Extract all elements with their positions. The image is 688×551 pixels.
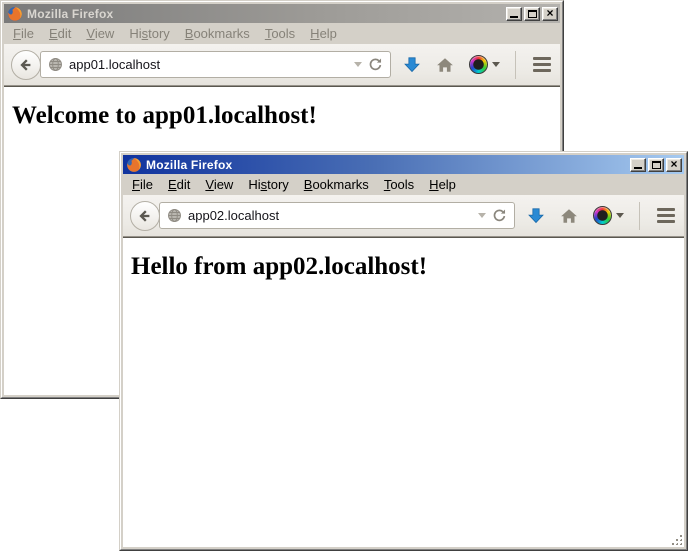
menu-tools[interactable]: Tools <box>259 24 301 43</box>
menu-bookmarks[interactable]: Bookmarks <box>298 175 375 194</box>
menu-view[interactable]: View <box>80 24 120 43</box>
close-button[interactable]: × <box>542 7 558 21</box>
page-heading: Welcome to app01.localhost! <box>12 102 552 130</box>
toolbar-buttons <box>403 51 553 79</box>
page-content: Hello from app02.localhost! <box>123 237 684 547</box>
globe-icon[interactable] <box>167 208 182 223</box>
back-arrow-icon <box>18 57 34 73</box>
url-bar[interactable]: app01.localhost <box>40 51 391 78</box>
menu-file[interactable]: File <box>126 175 159 194</box>
url-bar[interactable]: app02.localhost <box>159 202 515 229</box>
menu-bookmarks[interactable]: Bookmarks <box>179 24 256 43</box>
home-button[interactable] <box>560 207 578 225</box>
maximize-icon <box>652 161 661 169</box>
titlebar[interactable]: Mozilla Firefox × <box>4 4 560 23</box>
url-input[interactable]: app02.localhost <box>188 208 472 223</box>
navigation-toolbar: app02.localhost <box>123 195 684 237</box>
url-dropdown-icon[interactable] <box>354 62 362 67</box>
toolbar-separator <box>515 51 516 79</box>
maximize-icon <box>528 10 537 18</box>
downloads-button[interactable] <box>403 56 421 74</box>
hamburger-icon <box>533 57 551 60</box>
menu-file[interactable]: File <box>7 24 40 43</box>
close-button[interactable]: × <box>666 158 682 172</box>
menu-view[interactable]: View <box>199 175 239 194</box>
toolbar-buttons <box>527 202 677 230</box>
menu-tools[interactable]: Tools <box>378 175 420 194</box>
window-frame: Mozilla Firefox × File Edit View History… <box>120 152 687 550</box>
firefox-logo-icon <box>126 157 142 173</box>
titlebar[interactable]: Mozilla Firefox × <box>123 155 684 174</box>
download-arrow-icon <box>527 207 545 225</box>
minimize-icon <box>634 167 642 169</box>
reload-icon[interactable] <box>368 57 383 72</box>
menu-bar: File Edit View History Bookmarks Tools H… <box>4 23 560 44</box>
firefox-logo-icon <box>7 6 23 22</box>
back-button[interactable] <box>130 201 160 231</box>
download-arrow-icon <box>403 56 421 74</box>
color-wheel-icon <box>469 55 488 74</box>
menu-edit[interactable]: Edit <box>162 175 196 194</box>
toolbar-separator <box>639 202 640 230</box>
menu-history[interactable]: History <box>123 24 175 43</box>
menu-help[interactable]: Help <box>304 24 343 43</box>
open-menu-button[interactable] <box>655 206 677 225</box>
open-menu-button[interactable] <box>531 55 553 74</box>
close-icon: × <box>670 159 677 169</box>
url-input[interactable]: app01.localhost <box>69 57 348 72</box>
window-title: Mozilla Firefox <box>27 7 502 21</box>
minimize-icon <box>510 16 518 18</box>
chevron-down-icon <box>492 62 500 67</box>
back-arrow-icon <box>137 208 153 224</box>
menu-help[interactable]: Help <box>423 175 462 194</box>
addon-button[interactable] <box>469 55 500 74</box>
minimize-button[interactable] <box>506 7 522 21</box>
downloads-button[interactable] <box>527 207 545 225</box>
menu-history[interactable]: History <box>242 175 294 194</box>
menu-bar: File Edit View History Bookmarks Tools H… <box>123 174 684 195</box>
reload-icon[interactable] <box>492 208 507 223</box>
resize-grip[interactable] <box>670 533 683 546</box>
home-icon <box>560 207 578 225</box>
menu-edit[interactable]: Edit <box>43 24 77 43</box>
page-heading: Hello from app02.localhost! <box>131 253 676 281</box>
home-icon <box>436 56 454 74</box>
navigation-toolbar: app01.localhost <box>4 44 560 86</box>
desktop: Mozilla Firefox × File Edit View History… <box>0 0 688 551</box>
maximize-button[interactable] <box>648 158 664 172</box>
home-button[interactable] <box>436 56 454 74</box>
maximize-button[interactable] <box>524 7 540 21</box>
color-wheel-icon <box>593 206 612 225</box>
back-button[interactable] <box>11 50 41 80</box>
chevron-down-icon <box>616 213 624 218</box>
window-title: Mozilla Firefox <box>146 158 626 172</box>
hamburger-icon <box>657 208 675 211</box>
globe-icon[interactable] <box>48 57 63 72</box>
addon-button[interactable] <box>593 206 624 225</box>
browser-window-app02: Mozilla Firefox × File Edit View History… <box>119 151 688 551</box>
minimize-button[interactable] <box>630 158 646 172</box>
close-icon: × <box>546 8 553 18</box>
url-dropdown-icon[interactable] <box>478 213 486 218</box>
